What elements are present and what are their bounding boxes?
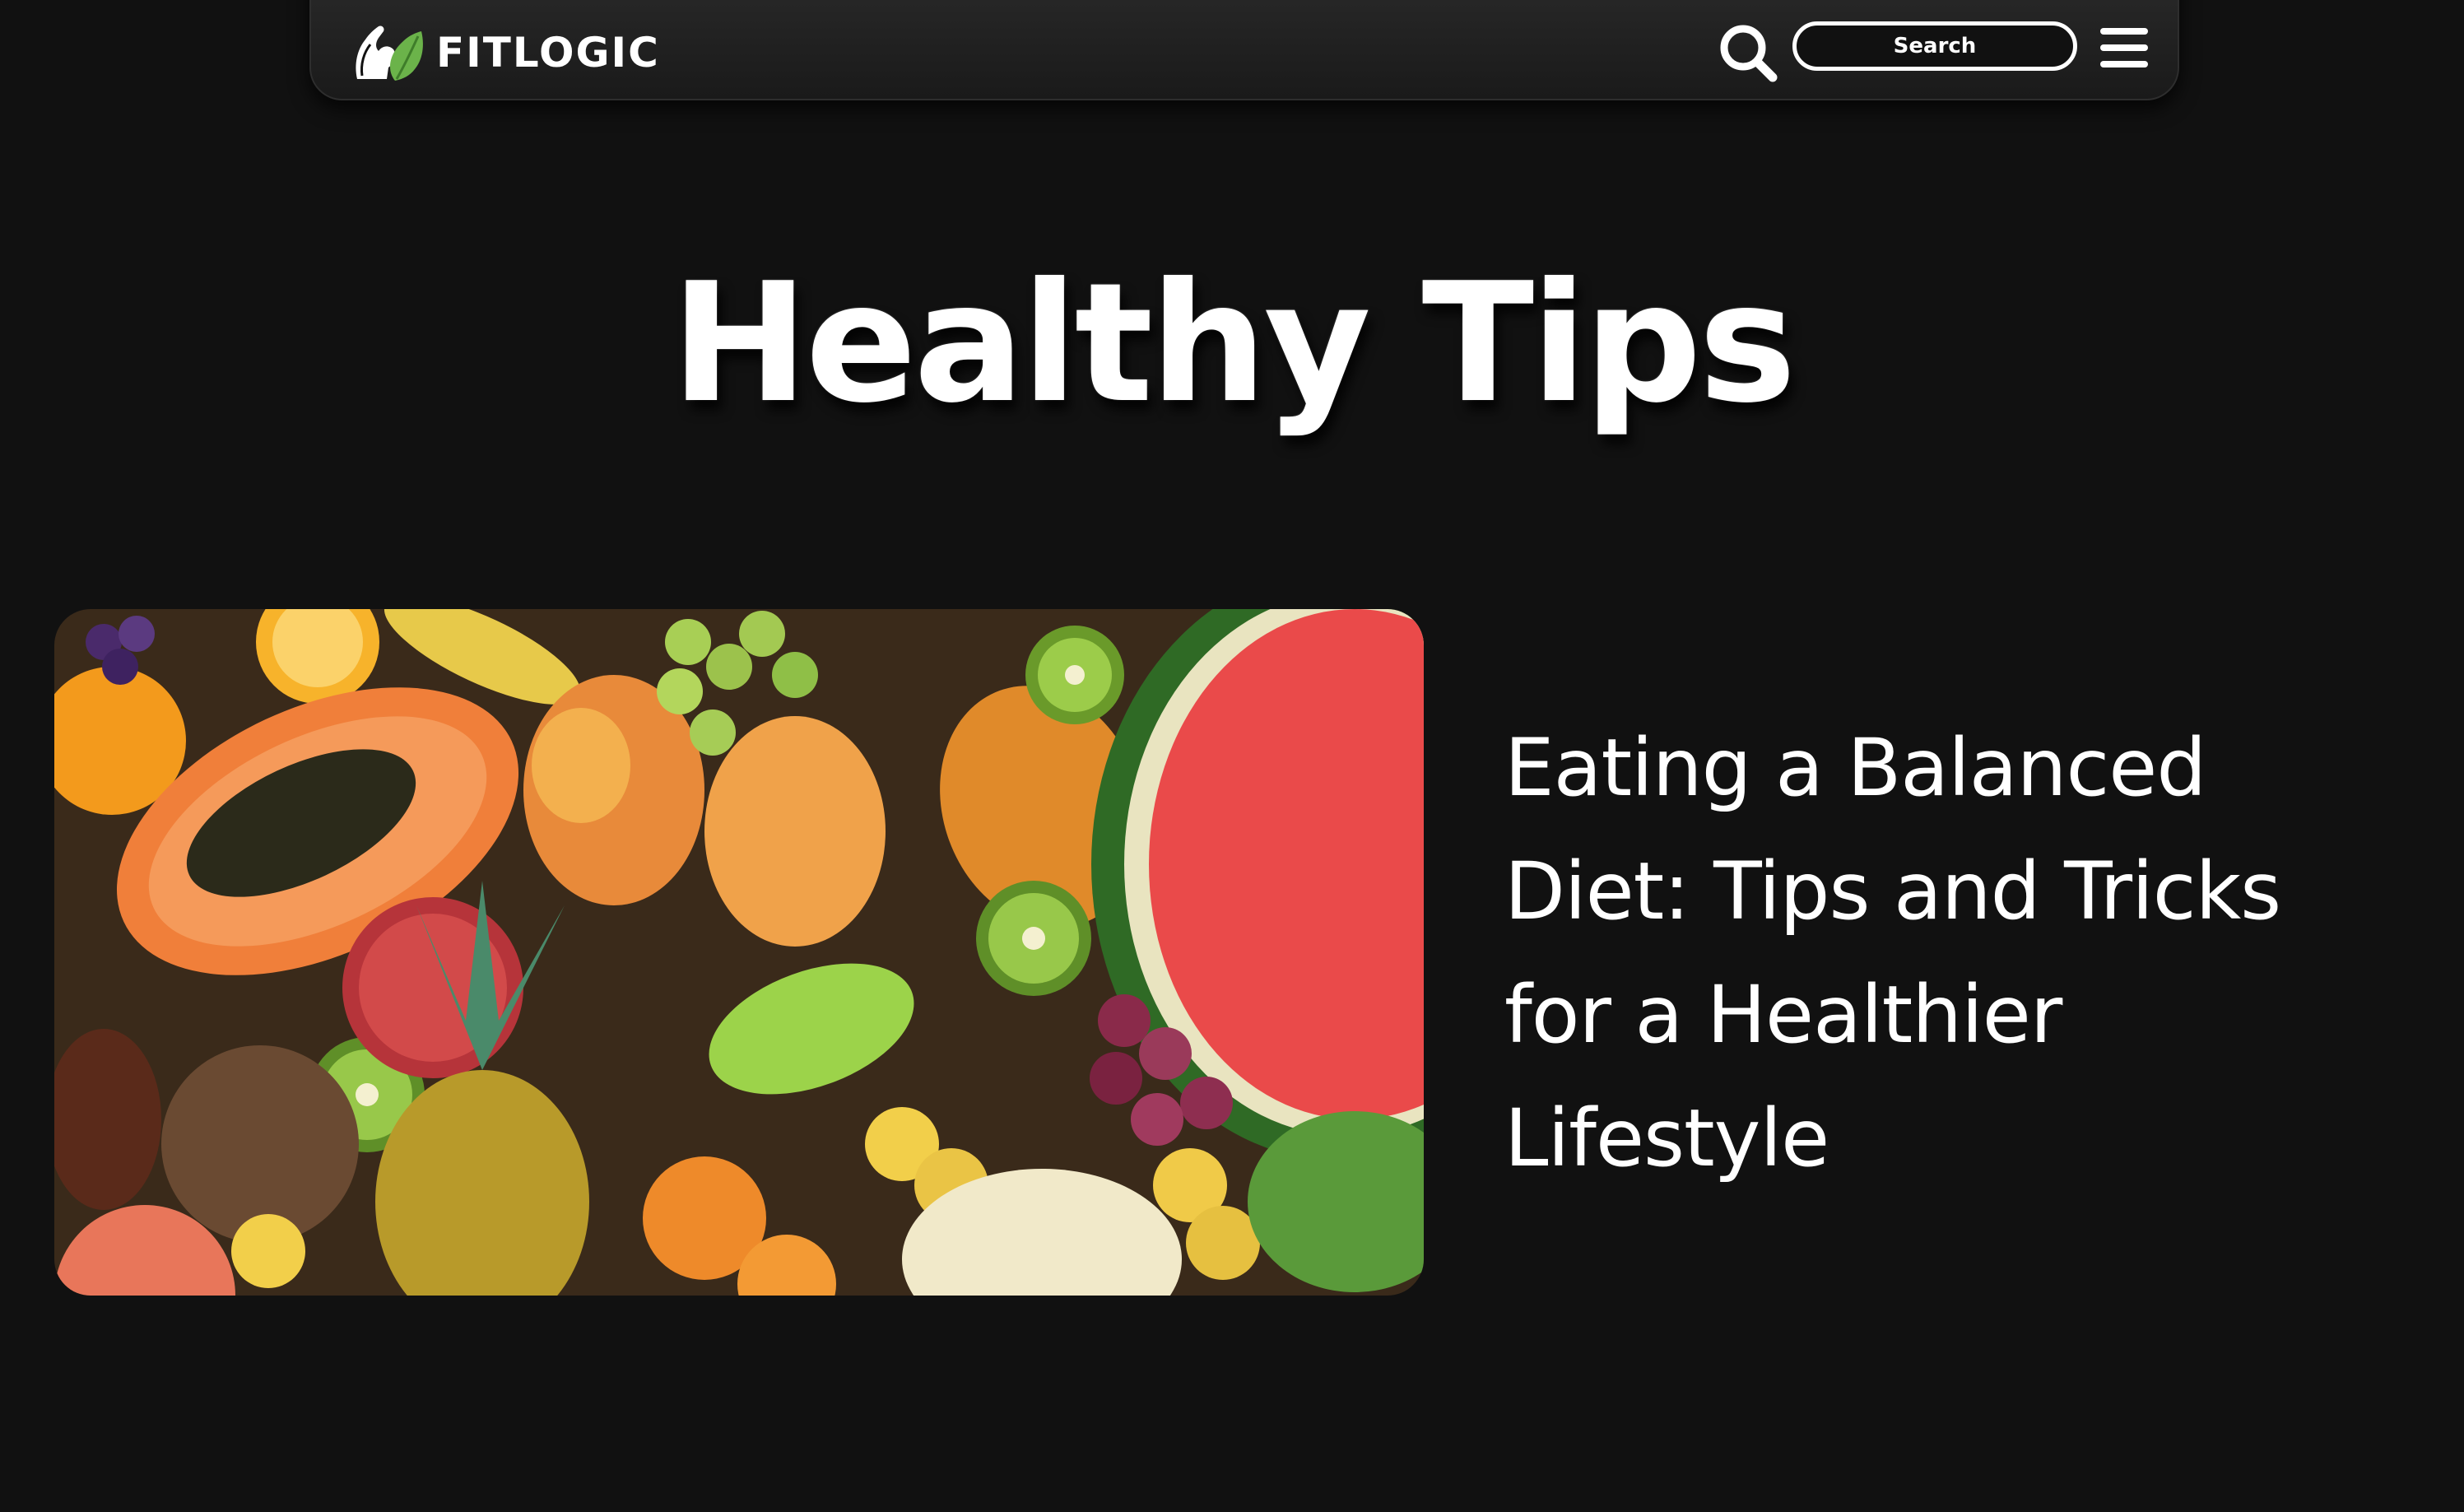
top-navbar: FITLOGIC xyxy=(309,0,2179,100)
fruit-photo xyxy=(54,609,1424,1296)
search-input[interactable] xyxy=(1792,21,2077,71)
article-image[interactable] xyxy=(54,609,1424,1296)
biceps-leaf-logo-icon xyxy=(356,26,423,81)
page-title: Healthy Tips xyxy=(671,248,1797,440)
site-logo[interactable]: FITLOGIC xyxy=(351,21,660,84)
search-icon[interactable] xyxy=(1717,21,1779,84)
hamburger-menu-icon[interactable] xyxy=(2100,28,2148,67)
article-title-link[interactable]: Eating a Balanced Diet: Tips and Tricks … xyxy=(1504,706,2410,1200)
brand-name: FITLOGIC xyxy=(436,29,660,77)
